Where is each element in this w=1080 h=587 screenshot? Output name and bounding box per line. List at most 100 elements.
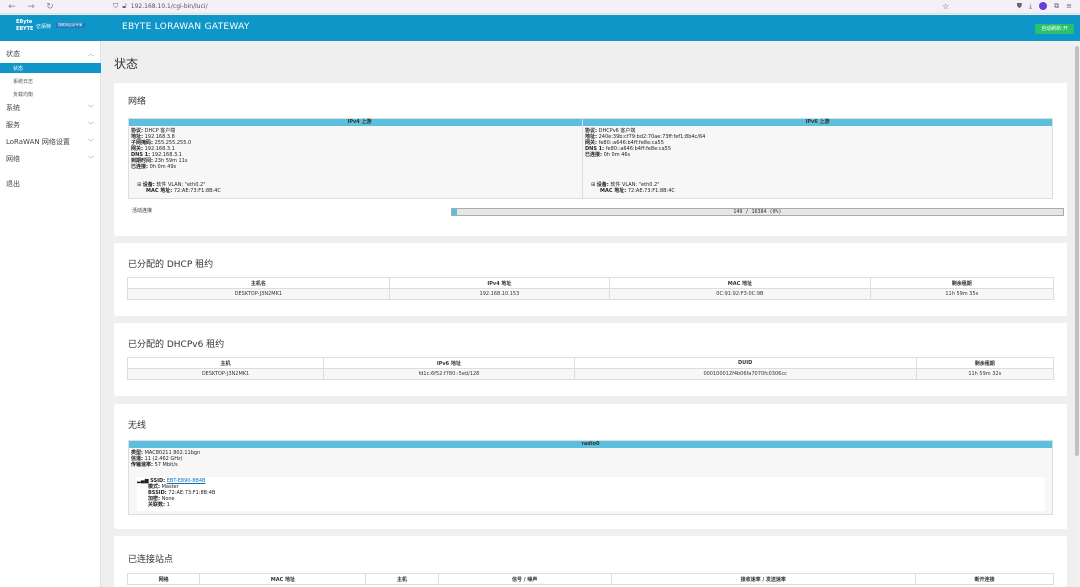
active-connections-fill (452, 209, 458, 215)
sidebar-item-status[interactable]: 状态 (6, 49, 20, 59)
app-header: EByte EBYTE 亿佰特 物联网应用专家 EBYTE LORAWAN GA… (0, 15, 1080, 41)
dhcpv6-header-row: 主机 IPv6 地址 DUID 剩余租期 (126, 357, 1055, 369)
active-connections-value: 149 / 16384 (0%) (733, 209, 782, 215)
sidebar-item-network[interactable]: 网络 (6, 154, 20, 164)
ipv4-device-info: ⊞ 设备: 软件 VLAN: "eth0.2" MAC 地址: 72:AE:73… (137, 182, 221, 194)
stations-column-header: 断开连接 (914, 573, 1055, 585)
dhcp-title: 已分配的 DHCP 租约 (128, 260, 214, 270)
extensions-icon[interactable]: ⧉ (1054, 2, 1059, 11)
pocket-icon[interactable]: ⛊ (1017, 2, 1022, 11)
dhcp-cell: 11h 59m 35s (869, 288, 1055, 300)
ssid-info-line: 关联数: 1 (146, 502, 1045, 508)
reload-icon[interactable]: ↻ (45, 2, 55, 12)
dhcpv6-column-header: 主机 (126, 357, 325, 369)
auto-refresh-button[interactable]: 自动刷新:开 (1035, 24, 1074, 34)
ssid-info-key: 关联数: (148, 502, 165, 508)
page-title: 状态 (114, 57, 139, 71)
ipv6-info-line: 已连接: 0h 0m 46s (583, 152, 1052, 158)
sidebar: 状态 ︿ 状态 系统日志 负载均衡 系统 ﹀ 服务 ﹀ LoRaWAN 网络设置… (0, 41, 101, 587)
sidebar-sub-loadbalance[interactable]: 负载均衡 (13, 91, 33, 98)
dhcpv6-leases-table: 主机 IPv6 地址 DUID 剩余租期 DESKTOP-J3N2MK1 fd1c:6f5… (126, 357, 1055, 380)
ipv6-upstream-panel: IPv6 上游 协议: DHCPv6 客户端 地址: 240e:39b:cf79:… (582, 118, 1053, 199)
ethernet-icon: ⊞ (591, 182, 596, 188)
radio-header: radio0 (129, 441, 1052, 448)
dhcp-column-header: 主机名 (127, 277, 390, 289)
ebyte-logo: EByte EBYTE 亿佰特 物联网应用专家 (16, 19, 85, 32)
stations-column-header: 信号 / 噪声 (437, 573, 612, 585)
sidebar-item-lorawan[interactable]: LoRaWAN 网络设置 (6, 137, 70, 147)
profile-icon[interactable] (1039, 2, 1048, 10)
dhcp-column-header: 剩余租期 (869, 277, 1055, 289)
network-title: 网络 (128, 97, 147, 107)
dhcp-leases-card: 已分配的 DHCP 租约 主机名 IPv4 地址 MAC 地址 剩余租期 DESKTOP… (114, 243, 1067, 316)
ssid-block: ▂▄▆ SSID: EBT-E890-8B4B 模式: Master BSSID:… (137, 477, 1045, 511)
table-row: DESKTOP-J3N2MK1 192.168.10.153 0C:91:92:F3… (127, 288, 1055, 300)
browser-toolbar: ← → ↻ ⛉ 🔓︎ 192.168.10.1/cgi-bin/luci/ ☆ … (0, 0, 1080, 14)
menu-icon[interactable]: ≡ (1066, 2, 1072, 11)
ipv4-info-line: 已连接: 0h 0m 49s (129, 164, 590, 170)
ipv6-info-value: 0h 0m 46s (602, 152, 631, 158)
ipv4-upstream-panel: IPv4 上游 协议: DHCP 客户端 地址: 192.168.3.8 子网掩码:… (128, 118, 591, 199)
dhcpv6-cell: 11h 59m 32s (915, 368, 1055, 380)
dhcp-column-header: MAC 地址 (609, 277, 871, 289)
chevron-down-icon[interactable]: ﹀ (88, 137, 94, 146)
radio-info-value: 57 Mbit/s (153, 462, 178, 468)
ssid-info-value: 1 (165, 502, 170, 508)
ipv4-info-value: 0h 0m 49s (148, 164, 177, 170)
radio-info-line: 传输速率: 57 Mbit/s (129, 462, 1052, 468)
stations-column-header: 主机 (365, 573, 439, 585)
forward-icon[interactable]: → (26, 2, 36, 12)
ipv4-info-key: 已连接: (131, 164, 148, 170)
chevron-down-icon[interactable]: ﹀ (88, 154, 94, 163)
dhcpv6-cell: DESKTOP-J3N2MK1 (126, 368, 325, 380)
app-title: EBYTE LORAWAN GATEWAY (122, 22, 250, 32)
dhcpv6-column-header: DUID (573, 357, 917, 369)
dhcp-cell: 0C:91:92:F3:0C:9B (609, 288, 871, 300)
radio-panel: radio0 类型: MAC80211 802.11bgn 信道: 11 (2.4… (128, 440, 1053, 515)
stations-table: 网络 MAC 地址 主机 信号 / 噪声 接收速率 / 发送速率 断开连接 (126, 573, 1055, 585)
table-row: DESKTOP-J3N2MK1 fd1c:6f52:f780::5ed/128 00… (126, 368, 1055, 380)
stations-column-header: 接收速率 / 发送速率 (610, 573, 916, 585)
ipv4-header: IPv4 上游 (129, 119, 590, 126)
ipv6-header: IPv6 上游 (583, 119, 1052, 126)
stations-column-header: 网络 (126, 573, 201, 585)
dhcp-header-row: 主机名 IPv4 地址 MAC 地址 剩余租期 (127, 277, 1055, 289)
shield-icon[interactable]: ⛉ (113, 2, 118, 11)
dhcpv6-cell: fd1c:6f52:f780::5ed/128 (323, 368, 575, 380)
bookmark-star-icon[interactable]: ☆ (942, 2, 949, 11)
active-connections-label: 活动连接 (132, 208, 153, 214)
stations-card: 已连接站点 网络 MAC 地址 主机 信号 / 噪声 接收速率 / 发送速率 断开连接 (114, 536, 1067, 587)
stations-header-row: 网络 MAC 地址 主机 信号 / 噪声 接收速率 / 发送速率 断开连接 (126, 573, 1055, 585)
page-scrollbar-thumb[interactable] (1075, 46, 1079, 456)
stations-title: 已连接站点 (128, 555, 174, 565)
sidebar-item-services[interactable]: 服务 (6, 120, 20, 130)
dhcpv6-cell: 000100012f4b06fa7070fc0306cc (573, 368, 917, 380)
ipv6-info-key: 已连接: (585, 152, 602, 158)
sidebar-item-logout[interactable]: 退出 (6, 179, 20, 189)
dhcpv6-column-header: 剩余租期 (915, 357, 1055, 369)
active-connections-row: 活动连接 149 / 16384 (0%) (128, 206, 1064, 217)
back-icon[interactable]: ← (7, 2, 17, 12)
url-bar[interactable]: 192.168.10.1/cgi-bin/luci/ (131, 3, 208, 10)
stations-column-header: MAC 地址 (199, 573, 367, 585)
dhcpv6-title: 已分配的 DHCPv6 租约 (128, 340, 225, 350)
dhcpv6-column-header: IPv6 地址 (323, 357, 575, 369)
radio-info-key: 传输速率: (131, 462, 153, 468)
active-connections-bar: 149 / 16384 (0%) (451, 208, 1064, 216)
ethernet-icon: ⊞ (137, 182, 142, 188)
sidebar-item-system[interactable]: 系统 (6, 103, 20, 113)
chevron-down-icon[interactable]: ﹀ (88, 103, 94, 112)
ipv6-device-info: ⊞ 设备: 软件 VLAN: "eth0.2" MAC 地址: 72:AE:73… (591, 182, 675, 194)
dhcpv6-leases-card: 已分配的 DHCPv6 租约 主机 IPv6 地址 DUID 剩余租期 DESKTOP-… (114, 323, 1067, 396)
insecure-lock-icon[interactable]: 🔓︎ (122, 2, 127, 11)
download-icon[interactable]: ⤓ (1029, 2, 1032, 11)
sidebar-sub-syslog[interactable]: 系统日志 (13, 78, 33, 85)
chevron-down-icon[interactable]: ﹀ (88, 120, 94, 129)
dhcp-column-header: IPv4 地址 (388, 277, 611, 289)
wireless-title: 无线 (128, 421, 147, 431)
sidebar-sub-status[interactable]: 状态 (13, 65, 23, 72)
chevron-up-icon[interactable]: ︿ (88, 49, 94, 58)
wireless-card: 无线 radio0 类型: MAC80211 802.11bgn 信道: 11 (… (114, 404, 1067, 529)
dhcp-cell: DESKTOP-J3N2MK1 (127, 288, 390, 300)
network-card: 网络 IPv4 上游 协议: DHCP 客户端 地址: 192.168.3.8 子网… (114, 83, 1067, 236)
